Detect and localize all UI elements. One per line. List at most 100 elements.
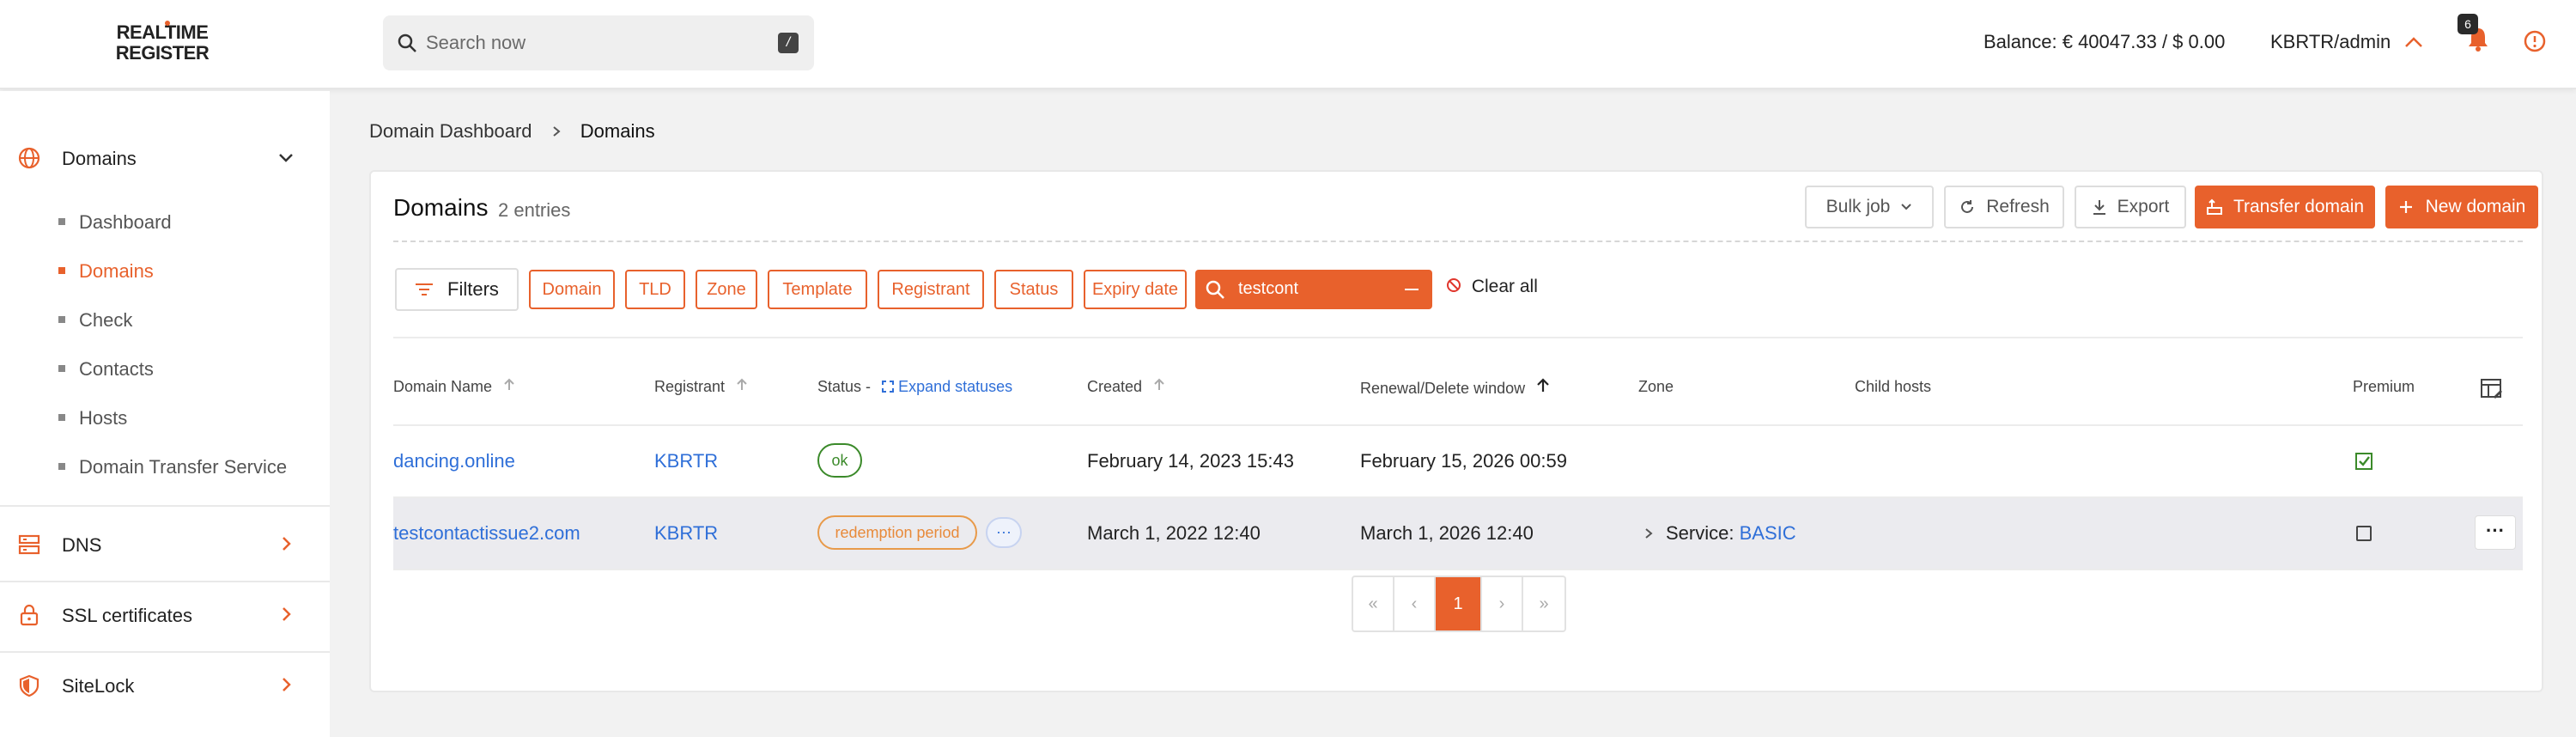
domain-link[interactable]: testcontactissue2.com	[393, 522, 580, 545]
filter-chip-expiry-date[interactable]: Expiry date	[1084, 270, 1187, 309]
chevron-right-icon	[283, 607, 291, 621]
divider	[393, 241, 2523, 242]
sidebar-item-label: Domains	[62, 148, 137, 169]
logo[interactable]: REALTIME REGISTER	[115, 21, 210, 82]
column-header-domain[interactable]: Domain Name	[393, 378, 515, 396]
globe-icon	[18, 147, 40, 169]
sidebar-item-label: DNS	[62, 534, 102, 556]
registrant-link[interactable]: KBRTR	[654, 522, 718, 545]
filter-chip-tld[interactable]: TLD	[625, 270, 685, 309]
search-icon	[398, 34, 416, 52]
filters-button[interactable]: Filters	[395, 268, 519, 311]
account-menu[interactable]: KBRTR/admin	[2270, 31, 2423, 53]
breadcrumb-current: Domains	[580, 120, 655, 142]
sidebar-sub-domains[interactable]: Domains	[58, 260, 154, 283]
refresh-button[interactable]: Refresh	[1944, 186, 2064, 228]
header-label: Created	[1087, 378, 1143, 395]
sort-up-icon	[1154, 378, 1164, 390]
domain-link[interactable]: dancing.online	[393, 450, 515, 472]
filter-chip-zone[interactable]: Zone	[696, 270, 757, 309]
transfer-icon	[2206, 198, 2222, 215]
info-icon[interactable]	[2523, 29, 2547, 53]
expand-icon	[882, 381, 895, 393]
expand-statuses-link[interactable]: Expand statuses	[882, 378, 1012, 395]
bulk-job-button[interactable]: Bulk job	[1805, 186, 1934, 228]
page-button-current[interactable]: 1	[1436, 577, 1482, 630]
premium-checkbox	[2356, 526, 2372, 541]
sidebar-item-dns[interactable]: DNS	[0, 510, 330, 579]
header-label: Registrant	[654, 378, 726, 395]
column-header-registrant[interactable]: Registrant	[654, 378, 748, 396]
page-title: Domains	[393, 194, 489, 221]
chevron-down-icon	[279, 154, 293, 162]
filter-chip-domain[interactable]: Domain	[529, 270, 615, 309]
breadcrumb-parent[interactable]: Domain Dashboard	[369, 120, 532, 142]
remove-filter-icon[interactable]	[1405, 289, 1419, 290]
bullet	[58, 463, 65, 471]
status-badge: ok	[817, 443, 862, 478]
filter-chip-template[interactable]: Template	[768, 270, 867, 309]
renewal-date: March 1, 2026 12:40	[1360, 522, 1534, 544]
search-input[interactable]	[426, 26, 752, 60]
sidebar-item-ssl[interactable]: SSL certificates	[0, 581, 330, 649]
more-statuses-button[interactable]: ···	[986, 517, 1022, 548]
logo-line-2: REGISTER	[115, 42, 210, 64]
row-actions-button[interactable]: ···	[2475, 515, 2516, 550]
sidebar-item-sitelock[interactable]: SiteLock	[0, 651, 330, 720]
server-icon	[18, 534, 40, 555]
zone-service: Service: BASIC	[1666, 522, 1796, 545]
filter-chip-registrant[interactable]: Registrant	[878, 270, 984, 309]
button-label: Filters	[447, 278, 499, 300]
column-header-child-hosts: Child hosts	[1855, 378, 1932, 395]
sort-up-icon	[737, 378, 747, 390]
export-button[interactable]: Export	[2075, 186, 2186, 228]
search-icon	[1206, 280, 1224, 299]
table-row[interactable]: testcontactissue2.com KBRTR redemption p…	[393, 498, 2523, 569]
header-label: Status -	[817, 378, 872, 395]
active-search-filter[interactable]: testcont	[1195, 270, 1432, 309]
search-filter-value: testcont	[1238, 279, 1299, 298]
first-page-button[interactable]: «	[1353, 577, 1394, 630]
sidebar-item-domains[interactable]: Domains	[0, 124, 330, 192]
balance: Balance: € 40047.33 / $ 0.00	[1984, 31, 2226, 52]
clear-all-button[interactable]: Clear all	[1446, 277, 1538, 297]
sidebar-sub-check[interactable]: Check	[58, 309, 132, 332]
column-header-created[interactable]: Created	[1087, 378, 1165, 396]
registrant-link[interactable]: KBRTR	[654, 450, 718, 472]
filter-chip-status[interactable]: Status	[994, 270, 1073, 309]
pagination: « ‹ 1 › »	[1352, 576, 1566, 632]
sidebar-sub-domain-transfer-service[interactable]: Domain Transfer Service	[58, 456, 287, 478]
ban-icon	[1447, 278, 1461, 293]
zone-label: Service:	[1666, 522, 1735, 544]
sidebar-divider	[0, 505, 330, 507]
last-page-button[interactable]: »	[1523, 577, 1564, 630]
entry-count: 2 entries	[498, 199, 571, 221]
breadcrumb: Domain Dashboard Domains	[369, 120, 655, 143]
column-settings-icon[interactable]	[2480, 378, 2504, 400]
sort-up-icon	[504, 378, 514, 390]
sidebar-sub-contacts[interactable]: Contacts	[58, 358, 154, 381]
filter-icon	[416, 283, 434, 295]
chevron-right-icon[interactable]	[1643, 527, 1654, 540]
next-page-button[interactable]: ›	[1482, 577, 1523, 630]
zone-value-link[interactable]: BASIC	[1740, 522, 1796, 544]
chevron-right-icon	[283, 537, 291, 551]
sidebar-sub-dashboard[interactable]: Dashboard	[58, 211, 172, 234]
prev-page-button[interactable]: ‹	[1394, 577, 1436, 630]
global-search[interactable]: /	[383, 15, 814, 70]
transfer-domain-button[interactable]: Transfer domain	[2195, 186, 2375, 228]
sidebar-sub-label: Domains	[79, 260, 154, 282]
sidebar-sub-label: Hosts	[79, 407, 128, 429]
created-date: March 1, 2022 12:40	[1087, 522, 1261, 544]
chevron-right-icon	[553, 126, 561, 137]
table-row[interactable]: dancing.online KBRTR ok February 14, 202…	[393, 426, 2523, 496]
column-header-renewal[interactable]: Renewal/Delete window	[1360, 378, 1550, 398]
sidebar-sub-hosts[interactable]: Hosts	[58, 407, 127, 429]
bullet	[58, 365, 65, 373]
lock-icon	[20, 604, 39, 626]
divider	[393, 569, 2523, 570]
new-domain-button[interactable]: New domain	[2385, 186, 2538, 228]
bullet	[58, 414, 65, 422]
expand-label: Expand statuses	[898, 378, 1013, 395]
sidebar-sub-label: Dashboard	[79, 211, 172, 233]
